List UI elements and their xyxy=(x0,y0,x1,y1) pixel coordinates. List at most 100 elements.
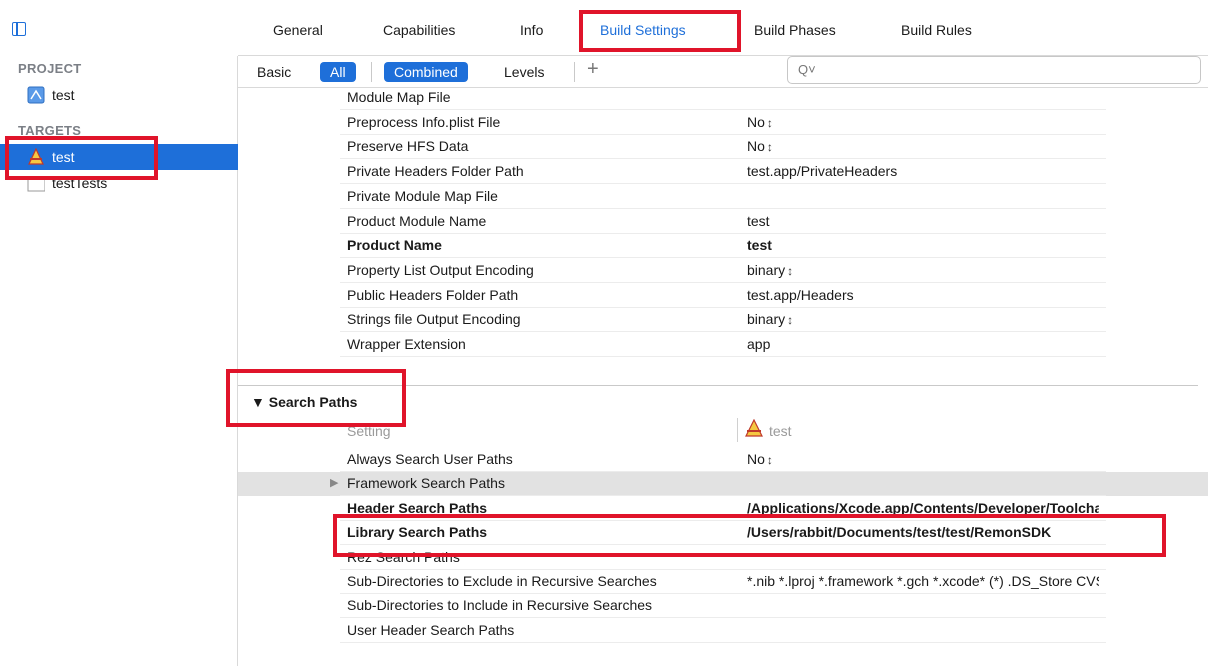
app-target-icon xyxy=(28,148,44,165)
setting-value-text: test.app/PrivateHeaders xyxy=(747,163,898,180)
setting-name: Sub-Directories to Include in Recursive … xyxy=(347,597,653,614)
setting-value-text: No xyxy=(747,138,765,155)
setting-name: Wrapper Extension xyxy=(347,336,466,352)
popup-stepper-icon[interactable]: ↕ xyxy=(767,453,773,467)
setting-value-text: binary xyxy=(747,261,786,278)
search-icon: Q˅ xyxy=(798,62,816,77)
setting-value[interactable]: app xyxy=(747,336,770,352)
tab-build-settings[interactable]: Build Settings xyxy=(600,22,686,38)
setting-value[interactable]: test.app/PrivateHeaders xyxy=(747,163,897,179)
setting-row-preprocess-info-plist-file[interactable]: Preprocess Info.plist File No ↕ xyxy=(340,111,1106,135)
popup-stepper-icon[interactable]: ↕ xyxy=(767,116,773,130)
setting-name: Strings file Output Encoding xyxy=(347,311,521,328)
column-header-setting: Setting xyxy=(347,423,391,439)
popup-stepper-icon[interactable]: ↕ xyxy=(767,140,773,154)
setting-name: Private Headers Folder Path xyxy=(347,163,524,180)
filter-basic-button[interactable]: Basic xyxy=(257,62,291,82)
setting-name: Preprocess Info.plist File xyxy=(347,113,501,130)
column-header-target: test xyxy=(769,423,792,439)
setting-name: Product Name xyxy=(347,237,442,254)
setting-row-public-headers-folder-path[interactable]: Public Headers Folder Path test.app/Heade… xyxy=(340,284,1106,308)
setting-value[interactable]: test.app/Headers xyxy=(747,287,854,303)
tab-build-phases[interactable]: Build Phases xyxy=(754,22,836,38)
disclosure-triangle-icon[interactable]: ▶ xyxy=(330,476,338,489)
setting-value-text: test xyxy=(747,212,770,229)
setting-name: Product Module Name xyxy=(347,212,487,229)
sidebar-item-target-testtests[interactable]: testTests xyxy=(0,170,238,196)
setting-value[interactable]: test xyxy=(747,213,770,229)
setting-row-module-map-file[interactable]: Module Map File xyxy=(340,86,1106,110)
setting-row-header-search-paths[interactable]: Header Search Paths/Applications/Xcode.a… xyxy=(340,497,1106,521)
setting-row-product-module-name[interactable]: Product Module Name test xyxy=(340,210,1106,234)
setting-value-text: /Applications/Xcode.app/Contents/Develop… xyxy=(747,499,1099,516)
setting-row-framework-search-paths[interactable]: Framework Search Paths xyxy=(340,472,1106,497)
setting-name: Always Search User Paths xyxy=(347,451,513,467)
setting-name: Framework Search Paths xyxy=(347,475,505,492)
setting-value-text: /Users/rabbit/Documents/test/test/RemonS… xyxy=(747,524,1052,541)
tab-build-rules[interactable]: Build Rules xyxy=(901,22,972,38)
setting-row-always-search-user-paths[interactable]: Always Search User Paths No ↕ xyxy=(340,448,1106,472)
test-bundle-icon xyxy=(27,178,45,192)
sidebar-item-target-test[interactable]: test xyxy=(0,144,238,170)
setting-name: Private Module Map File xyxy=(347,187,498,204)
setting-name: Library Search Paths xyxy=(347,524,488,541)
sidebar-item-project-test[interactable]: test xyxy=(0,82,238,108)
setting-row-user-header-search-paths[interactable]: User Header Search Paths xyxy=(340,619,1106,643)
setting-row-rez-search-paths[interactable]: Rez Search Paths xyxy=(340,546,1106,570)
setting-row-private-module-map-file[interactable]: Private Module Map File xyxy=(340,185,1106,209)
setting-value[interactable]: No ↕ xyxy=(747,114,773,130)
setting-value[interactable]: /Users/rabbit/Documents/test/test/RemonS… xyxy=(747,524,1051,540)
setting-name: Preserve HFS Data xyxy=(347,138,469,155)
setting-name: Sub-Directories to Exclude in Recursive … xyxy=(347,573,657,589)
sidebar-toggle-icon[interactable] xyxy=(12,22,26,36)
xcode-project-icon xyxy=(27,86,45,104)
setting-name: Module Map File xyxy=(347,89,451,105)
setting-value-text: No xyxy=(747,451,765,467)
tab-general[interactable]: General xyxy=(273,22,323,38)
setting-value[interactable]: binary ↕ xyxy=(747,262,793,278)
setting-row-preserve-hfs-data[interactable]: Preserve HFS Data No ↕ xyxy=(340,135,1106,160)
setting-name: Public Headers Folder Path xyxy=(347,286,519,303)
view-combined-button[interactable]: Combined xyxy=(384,62,468,82)
setting-row-sub-directories-to-include-in-recursive-searches[interactable]: Sub-Directories to Include in Recursive … xyxy=(340,594,1106,619)
add-setting-button[interactable]: + xyxy=(587,59,599,79)
targets-section-header: TARGETS xyxy=(18,123,82,138)
setting-value-text: test xyxy=(747,237,772,254)
setting-name: Header Search Paths xyxy=(347,499,488,516)
setting-value-text: *.nib *.lproj *.framework *.gch *.xcode*… xyxy=(747,573,1099,589)
sidebar-item-label: test xyxy=(52,87,75,103)
setting-value-text: app xyxy=(747,336,771,352)
tab-capabilities[interactable]: Capabilities xyxy=(383,22,455,38)
setting-row-private-headers-folder-path[interactable]: Private Headers Folder Path test.app/Priv… xyxy=(340,160,1106,185)
setting-row-wrapper-extension[interactable]: Wrapper Extension app xyxy=(340,333,1106,357)
search-paths-section-header[interactable]: ▼ Search Paths xyxy=(251,394,357,410)
setting-name: Rez Search Paths xyxy=(347,548,460,565)
setting-name: Property List Output Encoding xyxy=(347,261,534,278)
setting-value[interactable]: No ↕ xyxy=(747,451,773,467)
view-levels-button[interactable]: Levels xyxy=(504,62,544,82)
setting-row-sub-directories-to-exclude-in-recursive-searches[interactable]: Sub-Directories to Exclude in Recursive … xyxy=(340,570,1106,594)
setting-name: User Header Search Paths xyxy=(347,621,515,638)
editor-tab-bar: General Capabilities Info Build Settings… xyxy=(0,0,1208,56)
popup-stepper-icon[interactable]: ↕ xyxy=(787,264,793,278)
setting-row-property-list-output-encoding[interactable]: Property List Output Encoding binary ↕ xyxy=(340,259,1106,283)
setting-value-text: binary xyxy=(747,311,786,328)
setting-value[interactable]: No ↕ xyxy=(747,138,773,154)
setting-row-library-search-paths[interactable]: Library Search Paths/Users/rabbit/Docume… xyxy=(340,521,1106,546)
popup-stepper-icon[interactable]: ↕ xyxy=(787,313,793,327)
build-settings-filter-bar: Basic All Combined Levels + Q˅ xyxy=(238,56,1208,88)
tab-info[interactable]: Info xyxy=(520,22,543,38)
setting-value[interactable]: *.nib *.lproj *.framework *.gch *.xcode*… xyxy=(747,573,1099,589)
setting-row-product-name[interactable]: Product Name test xyxy=(340,234,1106,259)
filter-all-button[interactable]: All xyxy=(320,62,356,82)
setting-value[interactable]: binary ↕ xyxy=(747,311,793,327)
setting-value-text: test.app/Headers xyxy=(747,286,854,303)
project-navigator-sidebar: PROJECT test TARGETS test testTests xyxy=(0,56,238,666)
project-section-header: PROJECT xyxy=(18,61,82,76)
setting-value-text: No xyxy=(747,113,765,130)
sidebar-item-label: test xyxy=(52,149,75,165)
search-field[interactable]: Q˅ xyxy=(787,56,1201,84)
setting-row-strings-file-output-encoding[interactable]: Strings file Output Encoding binary ↕ xyxy=(340,308,1106,333)
setting-value[interactable]: test xyxy=(747,237,772,253)
setting-value[interactable]: /Applications/Xcode.app/Contents/Develop… xyxy=(747,500,1099,516)
